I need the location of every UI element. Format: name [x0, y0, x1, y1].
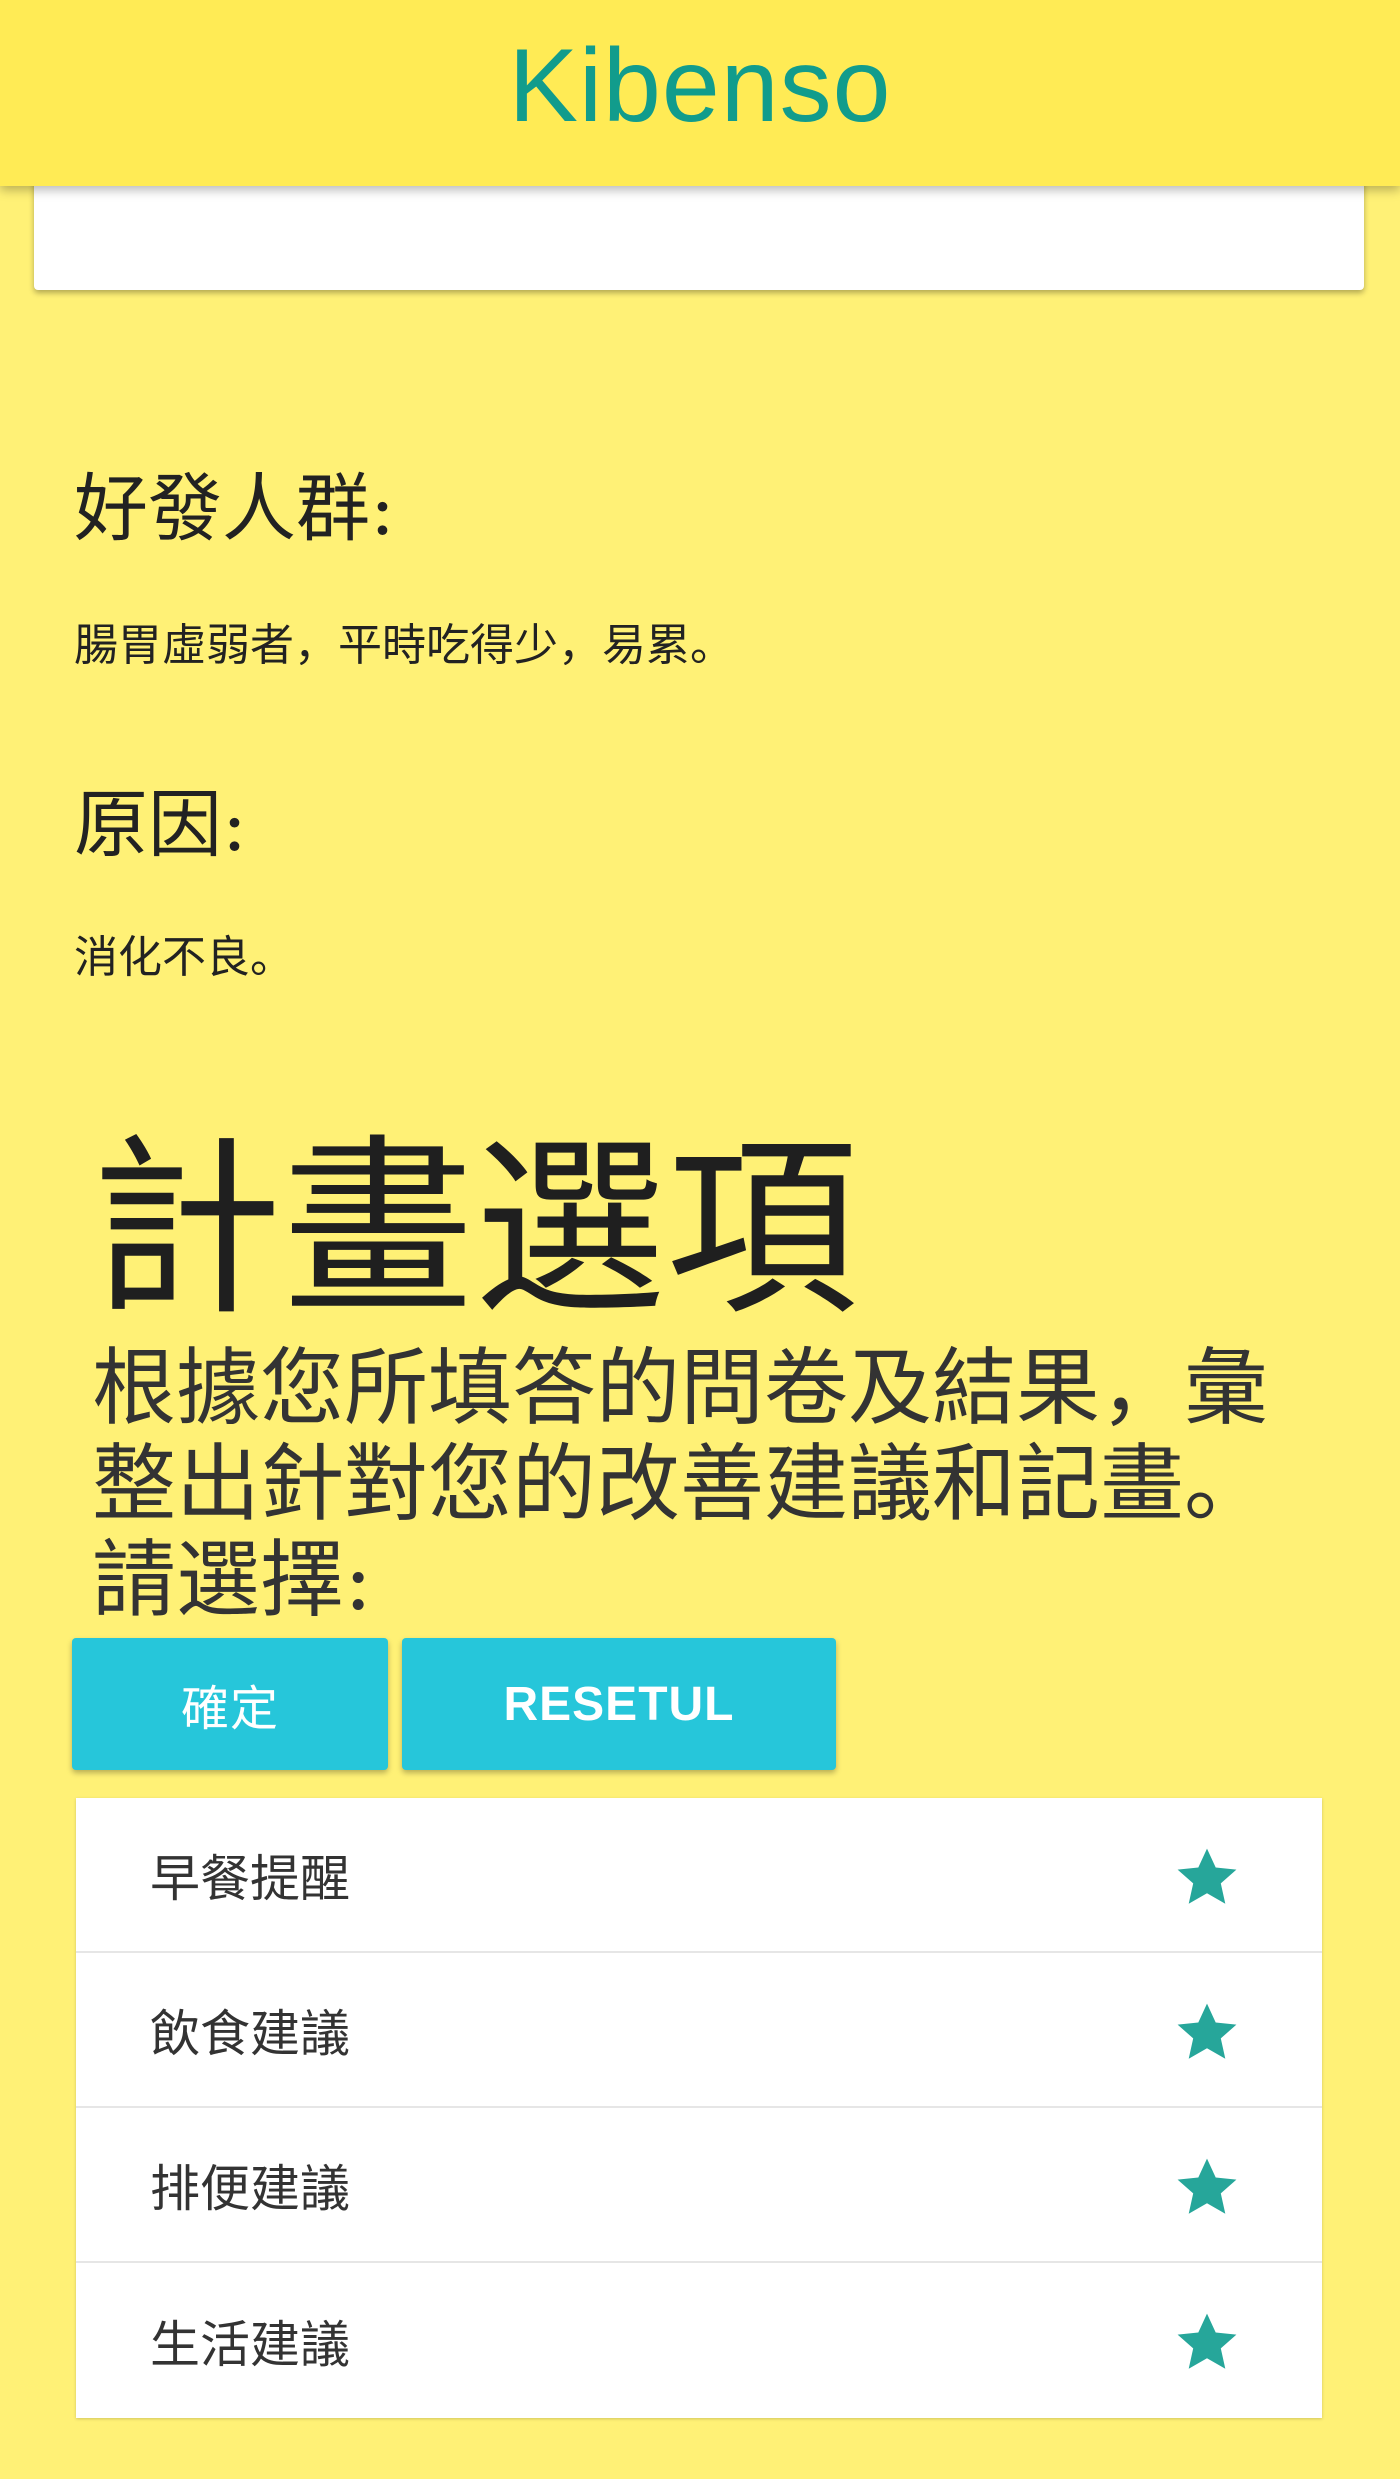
cause-heading: 原因: — [74, 782, 247, 868]
option-label: 飲食建議 — [150, 2004, 350, 2063]
app-bar: Kibenso — [0, 0, 1400, 186]
plan-options-list: 早餐提醒 飲食建議 排便建議 生活建議 — [76, 1798, 1322, 2418]
list-item[interactable]: 排便建議 — [76, 2108, 1322, 2263]
option-label: 排便建議 — [150, 2159, 350, 2218]
confirm-button[interactable]: 確定 — [72, 1638, 388, 1770]
list-item[interactable]: 飲食建議 — [76, 1953, 1322, 2108]
plan-title: 計畫選項 — [90, 1119, 858, 1342]
population-heading: 好發人群: — [74, 466, 395, 552]
plan-description: 根據您所填答的問卷及結果，彙整出針對您的改善建議和記畫。請選擇: — [92, 1339, 1269, 1629]
star-icon[interactable] — [1170, 2152, 1244, 2224]
star-icon[interactable] — [1170, 1997, 1244, 2069]
reset-button[interactable]: RESETUL — [402, 1638, 836, 1770]
population-text: 腸胃虛弱者，平時吃得少，易累。 — [74, 620, 734, 671]
list-item[interactable]: 生活建議 — [76, 2263, 1322, 2418]
page: Kibenso 好發人群: 腸胃虛弱者，平時吃得少，易累。 原因: 消化不良。 … — [0, 0, 1400, 2479]
star-icon[interactable] — [1170, 1842, 1244, 1914]
app-title: Kibenso — [508, 28, 892, 144]
star-icon[interactable] — [1170, 2307, 1244, 2379]
list-item[interactable]: 早餐提醒 — [76, 1798, 1322, 1953]
cause-text: 消化不良。 — [74, 932, 294, 983]
option-label: 生活建議 — [150, 2315, 350, 2374]
option-label: 早餐提醒 — [150, 1849, 350, 1908]
